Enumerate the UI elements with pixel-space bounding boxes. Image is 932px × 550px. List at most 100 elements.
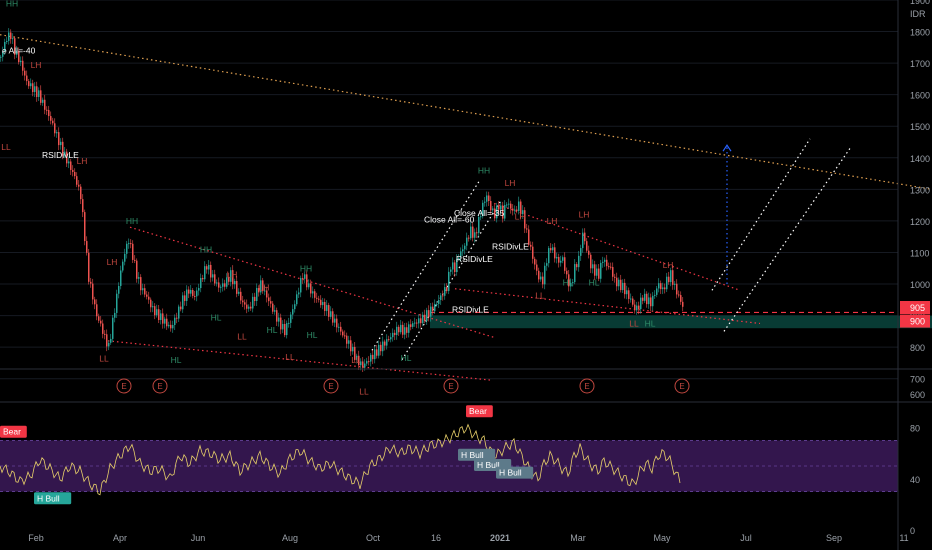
candle-body <box>408 324 410 333</box>
candle-body <box>416 322 418 324</box>
candle-body <box>378 344 380 356</box>
candle-body <box>464 245 466 250</box>
candle-body <box>252 296 254 309</box>
candle-body <box>548 248 550 264</box>
pivot-label: HL <box>307 330 318 340</box>
candle-body <box>286 323 288 336</box>
candle-body <box>282 323 284 330</box>
candle-body <box>560 260 562 263</box>
candle-body <box>362 361 364 368</box>
candle-body <box>58 132 60 146</box>
earnings-event-label: E <box>157 382 162 391</box>
candle-body <box>488 195 490 202</box>
candle-body <box>610 266 612 268</box>
candle-body <box>94 299 96 305</box>
candle-body <box>124 253 126 262</box>
pivot-label: HH <box>200 244 212 254</box>
candle-body <box>384 341 386 346</box>
candle-body <box>556 256 558 259</box>
candle-body <box>328 305 330 317</box>
candle-body <box>542 276 544 285</box>
candle-body <box>8 32 10 41</box>
candle-body <box>280 317 282 330</box>
candle-body <box>406 327 408 333</box>
candle-body <box>106 334 108 347</box>
rsi-badge-label: H Bull <box>461 450 484 460</box>
candle-body <box>78 184 80 187</box>
candle-body <box>192 289 194 296</box>
candle-body <box>334 318 336 323</box>
candle-body <box>426 310 428 321</box>
candle-body <box>324 302 326 311</box>
candle-body <box>366 361 368 364</box>
candle-body <box>134 259 136 261</box>
candle-body <box>430 306 432 317</box>
rsi-badge-label: Bear <box>469 406 487 416</box>
candle-body <box>80 186 82 200</box>
candle-body <box>136 260 138 279</box>
candle-body <box>666 276 668 290</box>
earnings-event-label: E <box>448 382 453 391</box>
candle-body <box>578 255 580 268</box>
candle-body <box>418 318 420 324</box>
pivot-label: HL <box>401 353 412 363</box>
price-tick-label: 1800 <box>910 28 930 38</box>
candle-body <box>246 304 248 309</box>
candle-body <box>436 303 438 305</box>
pivot-label: LL <box>351 355 361 365</box>
candle-body <box>508 203 510 205</box>
candle-body <box>668 276 670 283</box>
candle-body <box>98 316 100 321</box>
candle-body <box>562 257 564 261</box>
candle-body <box>594 264 596 276</box>
candle-body <box>448 271 450 292</box>
candle-body <box>138 277 140 279</box>
candle-body <box>622 282 624 291</box>
candle-body <box>84 212 86 242</box>
time-tick-label: 11 <box>899 533 908 543</box>
earnings-event-label: E <box>328 382 333 391</box>
candle-body <box>612 267 614 277</box>
candle-body <box>530 244 532 247</box>
candle-body <box>200 277 202 289</box>
support-zone <box>430 315 932 329</box>
pivot-label: LH <box>107 257 118 267</box>
candle-body <box>318 298 320 300</box>
candle-body <box>36 86 38 97</box>
candle-body <box>274 310 276 312</box>
candle-body <box>574 264 576 283</box>
candle-body <box>350 340 352 352</box>
candle-body <box>638 305 640 310</box>
candle-body <box>468 237 470 239</box>
candle-body <box>388 339 390 341</box>
pivot-label: HH <box>300 263 312 273</box>
candle-body <box>486 195 488 202</box>
candle-body <box>182 295 184 310</box>
candle-body <box>536 264 538 271</box>
candle-body <box>644 293 646 301</box>
candle-body <box>28 81 30 87</box>
candle-body <box>616 277 618 287</box>
rsi-tick-label: 600 <box>910 390 925 400</box>
candle-body <box>658 283 660 289</box>
candle-body <box>110 338 112 343</box>
candle-body <box>392 332 394 338</box>
candle-body <box>302 278 304 280</box>
rsi-tick-label: 40 <box>910 475 920 485</box>
candle-body <box>294 304 296 310</box>
price-tick-label: 1000 <box>910 280 930 290</box>
strategy-label: RSIDivLE <box>456 254 493 264</box>
earnings-event-label: E <box>679 382 684 391</box>
pivot-label: LH <box>579 210 590 220</box>
candle-body <box>316 297 318 299</box>
candle-body <box>372 354 374 360</box>
candle-body <box>300 278 302 293</box>
time-tick-label: Aug <box>282 533 298 543</box>
candle-body <box>44 99 46 110</box>
price-chart[interactable]: HH LH LL LH LH LL HH HL HH LH LH HL LL HL LL HH HL LL LL HL… <box>0 0 932 550</box>
candle-body <box>444 287 446 296</box>
candle-body <box>256 288 258 301</box>
candle-body <box>564 257 566 271</box>
candle-body <box>512 208 514 211</box>
candle-body <box>546 263 548 266</box>
